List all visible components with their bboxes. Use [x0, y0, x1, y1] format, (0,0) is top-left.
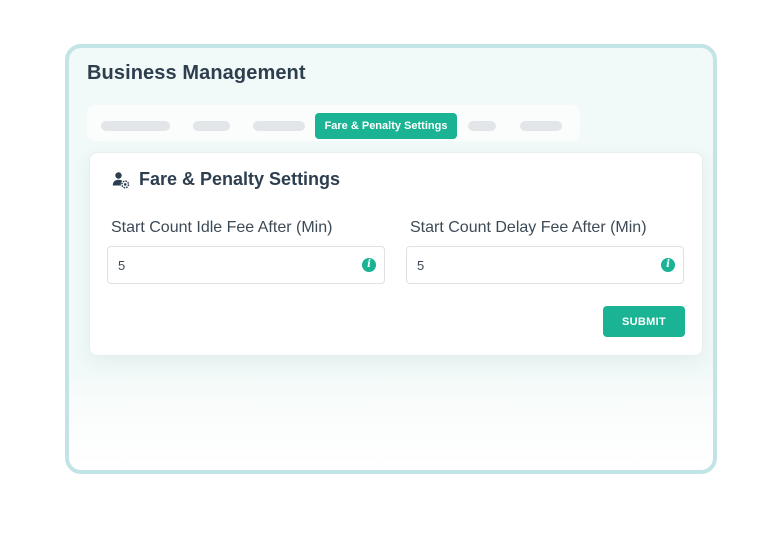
tab-placeholder-4[interactable]: [468, 121, 496, 131]
tab-placeholder-3[interactable]: [253, 121, 305, 131]
card-header: Fare & Penalty Settings: [112, 169, 340, 190]
settings-card: Fare & Penalty Settings Start Count Idle…: [89, 152, 703, 356]
tab-placeholder-2[interactable]: [193, 121, 230, 131]
delay-fee-input-box: i: [406, 246, 684, 284]
tab-placeholder-5[interactable]: [520, 121, 562, 131]
page-title: Business Management: [87, 62, 306, 84]
delay-fee-field: Start Count Delay Fee After (Min) i: [406, 219, 684, 284]
submit-button[interactable]: SUBMIT: [603, 306, 685, 337]
delay-fee-label: Start Count Delay Fee After (Min): [410, 219, 647, 236]
idle-fee-label: Start Count Idle Fee After (Min): [111, 219, 333, 236]
app-frame: Business Management Fare & Penalty Setti…: [65, 44, 717, 474]
idle-fee-field: Start Count Idle Fee After (Min) i: [107, 219, 385, 284]
idle-fee-input-box: i: [107, 246, 385, 284]
info-icon[interactable]: i: [661, 258, 675, 272]
user-settings-icon: [112, 171, 130, 189]
tab-bar: Fare & Penalty Settings: [87, 105, 580, 141]
delay-fee-input[interactable]: [417, 247, 647, 283]
tab-fare-penalty-settings[interactable]: Fare & Penalty Settings: [315, 113, 457, 139]
info-icon[interactable]: i: [362, 258, 376, 272]
idle-fee-input[interactable]: [118, 247, 348, 283]
card-title: Fare & Penalty Settings: [139, 169, 341, 189]
tab-placeholder-1[interactable]: [101, 121, 170, 131]
